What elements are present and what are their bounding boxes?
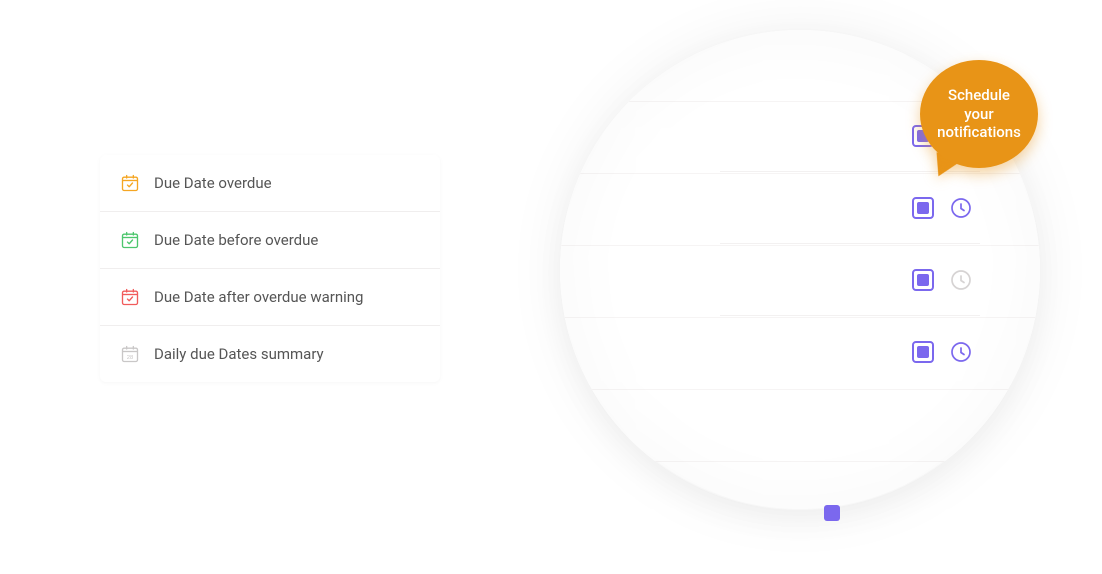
calendar-check-icon xyxy=(120,287,140,307)
callout-bubble: Schedule your notifications xyxy=(920,60,1038,168)
lens-row-daily-summary xyxy=(720,316,980,388)
notification-settings-list: Due Date overdue Due Date before overdue… xyxy=(100,155,440,382)
callout-line-2: your xyxy=(964,105,993,123)
svg-text:28: 28 xyxy=(127,355,133,361)
lens-row-before-overdue xyxy=(720,172,980,244)
checkbox[interactable] xyxy=(912,197,934,219)
calendar-check-icon xyxy=(120,230,140,250)
calendar-date-icon: 28 xyxy=(120,344,140,364)
row-label: Due Date before overdue xyxy=(154,231,318,249)
row-label: Due Date after overdue warning xyxy=(154,288,363,306)
callout-line-1: Schedule xyxy=(948,86,1010,104)
lens-row-after-overdue-warning xyxy=(720,244,980,316)
row-due-date-overdue[interactable]: Due Date overdue xyxy=(100,155,440,212)
row-label: Due Date overdue xyxy=(154,174,272,192)
checkbox[interactable] xyxy=(912,269,934,291)
schedule-clock-icon[interactable] xyxy=(948,339,974,365)
schedule-clock-icon[interactable] xyxy=(948,195,974,221)
callout-line-3: notifications xyxy=(937,123,1021,141)
row-due-date-before-overdue[interactable]: Due Date before overdue xyxy=(100,212,440,269)
row-due-date-after-overdue-warning[interactable]: Due Date after overdue warning xyxy=(100,269,440,326)
row-daily-due-dates-summary[interactable]: 28 Daily due Dates summary xyxy=(100,326,440,382)
schedule-clock-icon[interactable] xyxy=(948,267,974,293)
checkbox[interactable] xyxy=(912,341,934,363)
callout-schedule-notifications: Schedule your notifications xyxy=(920,60,1050,180)
row-label: Daily due Dates summary xyxy=(154,345,324,363)
calendar-check-icon xyxy=(120,173,140,193)
checkbox-partial-icon xyxy=(824,505,840,521)
